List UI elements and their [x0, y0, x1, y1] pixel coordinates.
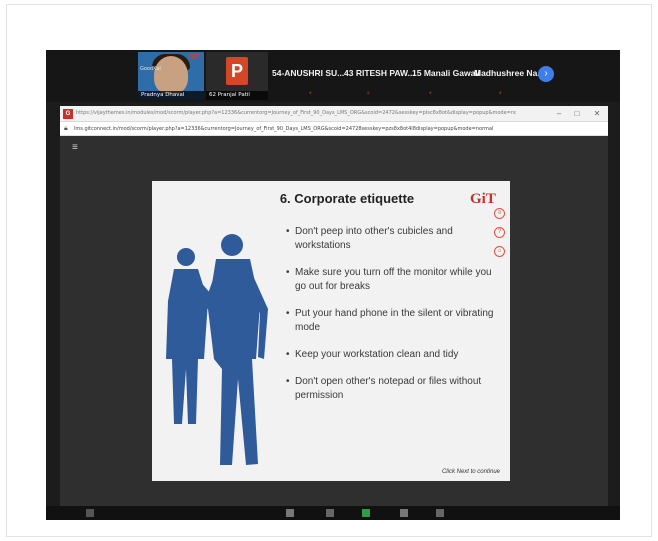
minimize-button[interactable]: –	[552, 108, 566, 120]
chevron-right-icon[interactable]: ›	[538, 66, 554, 82]
participant-ppt-tile[interactable]: P 62 Pranjal Patil	[206, 52, 268, 100]
participant-name[interactable]: 15 Manali Gawali	[412, 68, 480, 78]
maximize-button[interactable]: □	[570, 108, 584, 120]
meeting-screen: GoodKal GiT Pradnya Dhaval P 62 Pranjal …	[46, 50, 620, 520]
list-item: Put your hand phone in the silent or vib…	[286, 307, 501, 335]
video-overlay-text: GoodKal	[140, 66, 161, 72]
list-item: Keep your workstation clean and tidy	[286, 348, 501, 362]
participant-caption: 62 Pranjal Patil	[206, 91, 268, 100]
list-item: Don't open other's notepad or files with…	[286, 375, 501, 403]
participant-face	[154, 56, 188, 94]
menu-icon[interactable]: ≡	[494, 208, 505, 219]
list-item: Don't peep into other's cubicles and wor…	[286, 225, 501, 253]
muted-mic-icon: ♆	[366, 91, 371, 97]
taskbar	[46, 506, 620, 520]
taskbar-app-icon[interactable]	[400, 509, 408, 517]
lock-icon: 🔒︎	[64, 125, 68, 132]
taskbar-app-icon[interactable]	[286, 509, 294, 517]
browser-titlebar: G https://vijaythemes.in/modules/mod/sco…	[60, 106, 608, 122]
muted-mic-icon: ♆	[498, 91, 503, 97]
course-slide: 6. Corporate etiquette GiT ≡ ? ⌂ Don't p…	[152, 181, 510, 481]
scorm-player: ≡ 6. Corporate etiquette GiT ≡ ? ⌂ • Don…	[60, 136, 608, 506]
slide-title: 6. Corporate etiquette	[279, 191, 415, 206]
video-corner-logo: GiT	[188, 54, 200, 61]
muted-mic-icon: ♆	[428, 91, 433, 97]
participant-name[interactable]: Madhushree Na...	[474, 68, 544, 78]
continue-hint[interactable]: Click Next to continue	[442, 469, 500, 475]
taskbar-app-icon[interactable]	[86, 509, 94, 517]
participant-video-tile[interactable]: GoodKal GiT Pradnya Dhaval	[138, 52, 204, 100]
address-url[interactable]: lms.gitconnect.in/mod/scorm/player.php?a…	[74, 126, 594, 132]
participant-strip: GoodKal GiT Pradnya Dhaval P 62 Pranjal …	[46, 50, 620, 102]
taskbar-app-icon[interactable]	[436, 509, 444, 517]
list-item: Make sure you turn off the monitor while…	[286, 266, 501, 294]
close-button[interactable]: ✕	[590, 108, 604, 120]
participant-name[interactable]: 54-ANUSHRI SU...	[272, 68, 344, 78]
muted-mic-icon: ♆	[308, 91, 313, 97]
browser-title: https://vijaythemes.in/modules/mod/scorm…	[76, 110, 516, 116]
taskbar-app-icon[interactable]	[326, 509, 334, 517]
participant-caption: Pradnya Dhaval	[138, 91, 204, 100]
shared-browser-window: G https://vijaythemes.in/modules/mod/sco…	[60, 106, 608, 506]
etiquette-list: Don't peep into other's cubicles and wor…	[286, 225, 501, 416]
menu-icon[interactable]: ≡	[72, 142, 78, 153]
taskbar-app-icon[interactable]	[362, 509, 370, 517]
powerpoint-icon: P	[226, 57, 248, 85]
participant-name[interactable]: 43 RITESH PAW...	[344, 68, 415, 78]
svg-text:GiT: GiT	[470, 191, 496, 207]
address-bar[interactable]: 🔒︎ lms.gitconnect.in/mod/scorm/player.ph…	[60, 122, 608, 136]
git-logo: GiT	[470, 191, 496, 207]
handshake-silhouette-illustration	[166, 234, 268, 465]
site-favicon-icon: G	[63, 109, 73, 119]
